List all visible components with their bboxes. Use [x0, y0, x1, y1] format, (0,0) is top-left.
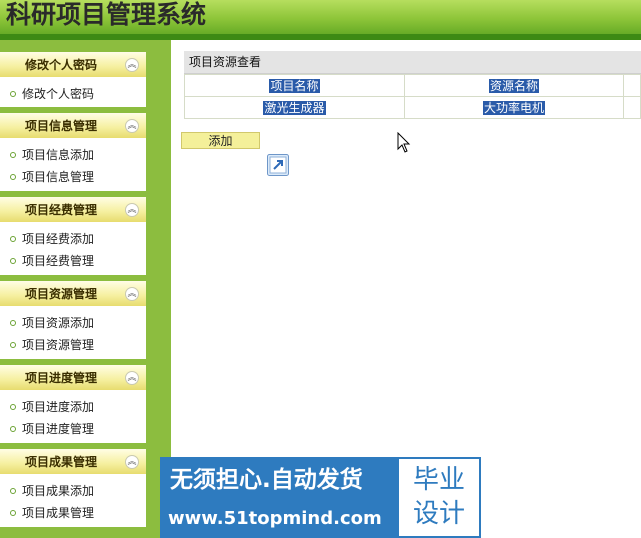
bullet-icon — [10, 488, 16, 494]
sidebar-group-project-info: 项目信息管理 ︽ 项目信息添加 项目信息管理 — [0, 113, 146, 191]
bullet-icon — [10, 342, 16, 348]
collapse-icon[interactable]: ︽ — [125, 371, 139, 385]
sidebar-item-funding-add[interactable]: 项目经费添加 — [0, 229, 146, 249]
column-header-project-name: 项目名称 — [184, 74, 405, 97]
cell-project-name: 激光生成器 — [184, 96, 405, 119]
mouse-cursor-icon — [397, 132, 411, 153]
sidebar-group-body: 项目成果添加 项目成果管理 — [0, 474, 146, 527]
sidebar-item-project-info-manage[interactable]: 项目信息管理 — [0, 167, 146, 187]
sidebar-item-label: 项目成果管理 — [22, 506, 95, 520]
sidebar-item-resource-manage[interactable]: 项目资源管理 — [0, 335, 146, 355]
sidebar-group-header[interactable]: 项目进度管理 ︽ — [0, 365, 146, 390]
sidebar-group-title: 修改个人密码 — [24, 58, 97, 72]
sidebar-item-label: 修改个人密码 — [22, 87, 95, 101]
sidebar-item-progress-add[interactable]: 项目进度添加 — [0, 397, 146, 417]
watermark-slogan: 无须担心.自动发货 — [170, 467, 363, 493]
bullet-icon — [10, 91, 16, 97]
sidebar-item-label: 项目信息管理 — [22, 170, 95, 184]
bullet-icon — [10, 320, 16, 326]
bullet-icon — [10, 510, 16, 516]
sidebar-item-label: 项目进度添加 — [22, 400, 95, 414]
sidebar-item-results-add[interactable]: 项目成果添加 — [0, 481, 146, 501]
bullet-icon — [10, 236, 16, 242]
sidebar-group-title: 项目进度管理 — [24, 371, 97, 385]
watermark-url: www.51topmind.com — [168, 508, 382, 529]
sidebar-group-body: 项目进度添加 项目进度管理 — [0, 390, 146, 443]
sidebar-group-body: 修改个人密码 — [0, 77, 146, 107]
watermark-logo: 毕业 设计 — [397, 457, 481, 538]
sidebar-group-header[interactable]: 修改个人密码 ︽ — [0, 52, 146, 77]
app-header: 科研项目管理系统 — [0, 0, 641, 40]
sidebar-group-body: 项目信息添加 项目信息管理 — [0, 138, 146, 191]
resource-table: 项目名称 资源名称 激光生成器 大功率电机 — [184, 74, 641, 119]
bullet-icon — [10, 174, 16, 180]
sidebar: 修改个人密码 ︽ 修改个人密码 项目信息管理 ︽ 项目信息添加 项目信息管理 项… — [0, 40, 171, 538]
collapse-icon[interactable]: ︽ — [125, 119, 139, 133]
sidebar-item-funding-manage[interactable]: 项目经费管理 — [0, 251, 146, 271]
sidebar-group-body: 项目资源添加 项目资源管理 — [0, 306, 146, 359]
sidebar-group-password: 修改个人密码 ︽ 修改个人密码 — [0, 52, 146, 107]
sidebar-group-header[interactable]: 项目资源管理 ︽ — [0, 281, 146, 306]
panel-title: 项目资源查看 — [189, 55, 262, 69]
sidebar-group-funding: 项目经费管理 ︽ 项目经费添加 项目经费管理 — [0, 197, 146, 275]
add-button[interactable]: 添加 — [181, 132, 260, 149]
table-header-row: 项目名称 资源名称 — [184, 74, 641, 97]
panel-header: 项目资源查看 — [184, 51, 641, 74]
sidebar-group-progress: 项目进度管理 ︽ 项目进度添加 项目进度管理 — [0, 365, 146, 443]
sidebar-group-body: 项目经费添加 项目经费管理 — [0, 222, 146, 275]
sidebar-item-label: 项目经费管理 — [22, 254, 95, 268]
bullet-icon — [10, 426, 16, 432]
sidebar-group-header[interactable]: 项目经费管理 ︽ — [0, 197, 146, 222]
sidebar-item-change-password[interactable]: 修改个人密码 — [0, 84, 146, 104]
bullet-icon — [10, 258, 16, 264]
watermark-banner: 无须担心.自动发货 www.51topmind.com 毕业 设计 — [160, 457, 481, 538]
bullet-icon — [10, 404, 16, 410]
sidebar-item-label: 项目资源添加 — [22, 316, 95, 330]
sidebar-item-results-manage[interactable]: 项目成果管理 — [0, 503, 146, 523]
sidebar-group-results: 项目成果管理 ︽ 项目成果添加 项目成果管理 — [0, 449, 146, 527]
watermark-logo-line1: 毕业 — [412, 465, 465, 495]
sidebar-group-title: 项目信息管理 — [24, 119, 97, 133]
sidebar-group-header[interactable]: 项目信息管理 ︽ — [0, 113, 146, 138]
column-header-extra — [623, 74, 641, 97]
sidebar-item-label: 项目资源管理 — [22, 338, 95, 352]
sidebar-group-title: 项目资源管理 — [24, 287, 97, 301]
sidebar-group-resources: 项目资源管理 ︽ 项目资源添加 项目资源管理 — [0, 281, 146, 359]
collapse-icon[interactable]: ︽ — [125, 287, 139, 301]
cell-resource-name: 大功率电机 — [404, 96, 624, 119]
external-link-icon[interactable] — [267, 154, 289, 176]
sidebar-item-progress-manage[interactable]: 项目进度管理 — [0, 419, 146, 439]
sidebar-item-label: 项目进度管理 — [22, 422, 95, 436]
sidebar-item-label: 项目经费添加 — [22, 232, 95, 246]
sidebar-item-project-info-add[interactable]: 项目信息添加 — [0, 145, 146, 165]
sidebar-group-title: 项目经费管理 — [24, 203, 97, 217]
watermark-logo-line2: 设计 — [412, 499, 465, 529]
table-row[interactable]: 激光生成器 大功率电机 — [184, 96, 641, 119]
app-title: 科研项目管理系统 — [6, 0, 207, 29]
watermark-text-block: 无须担心.自动发货 www.51topmind.com — [160, 457, 397, 538]
cell-extra — [623, 96, 641, 119]
collapse-icon[interactable]: ︽ — [125, 455, 139, 469]
sidebar-item-label: 项目信息添加 — [22, 148, 95, 162]
collapse-icon[interactable]: ︽ — [125, 58, 139, 72]
sidebar-group-header[interactable]: 项目成果管理 ︽ — [0, 449, 146, 474]
bullet-icon — [10, 152, 16, 158]
sidebar-item-label: 项目成果添加 — [22, 484, 95, 498]
sidebar-item-resource-add[interactable]: 项目资源添加 — [0, 313, 146, 333]
collapse-icon[interactable]: ︽ — [125, 203, 139, 217]
sidebar-group-title: 项目成果管理 — [24, 455, 97, 469]
column-header-resource-name: 资源名称 — [404, 74, 624, 97]
